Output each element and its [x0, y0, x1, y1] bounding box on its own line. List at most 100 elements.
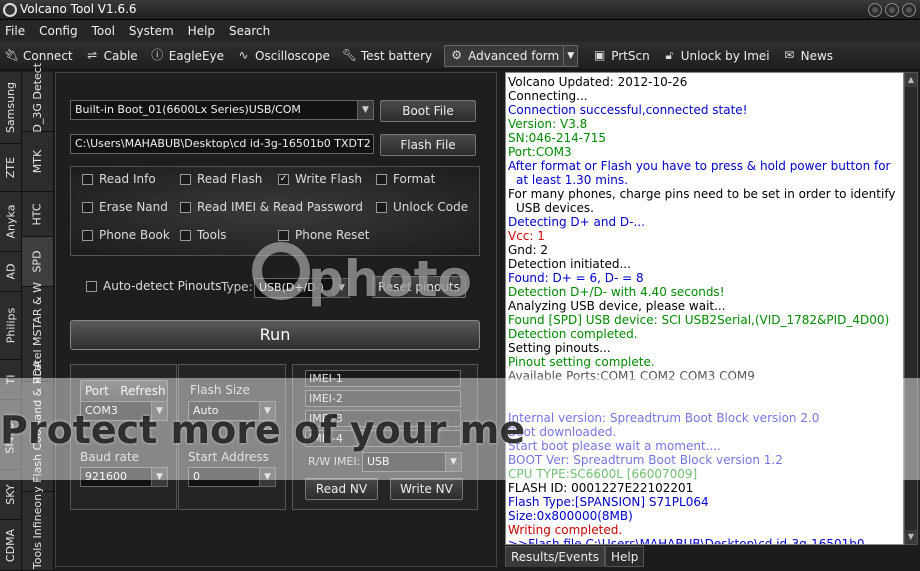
format-checkbox[interactable]: Format [376, 172, 435, 186]
phone-reset-checkbox[interactable]: Phone Reset [278, 228, 370, 242]
menu-search[interactable]: Search [229, 24, 270, 38]
menu-system[interactable]: System [129, 24, 174, 38]
phone-book-checkbox[interactable]: Phone Book [82, 228, 170, 242]
tab-results-events[interactable]: Results/Events [505, 546, 606, 567]
tab-ad3g-detect[interactable]: AD_3G Detect [22, 63, 54, 140]
erase-nand-checkbox[interactable]: Erase Nand [82, 200, 168, 214]
log-line: Analyzing USB device, please wait... [508, 299, 726, 313]
connect-icon: 🔌︎ [4, 48, 20, 62]
cable-icon: ⇌ [87, 48, 98, 62]
tab-label: AD [4, 263, 17, 280]
read-info-label: Read Info [99, 172, 156, 186]
unlock-code-checkbox[interactable]: Unlock Code [376, 200, 468, 214]
screenshot-icon: ▣ [594, 48, 606, 62]
boot-select[interactable]: Built-in Boot_01(6600Lx Series)USB/COM ▼ [70, 100, 374, 120]
write-nv-button[interactable]: Write NV [390, 478, 463, 500]
test-battery-button[interactable]: 🔧︎ Test battery [342, 45, 432, 67]
tab-mtk[interactable]: MTK [22, 132, 54, 192]
log-line: Volcano Updated: 2012-10-26 [508, 75, 688, 89]
flash-file-button[interactable]: Flash File [380, 134, 476, 156]
log-line: Writing completed. [508, 523, 623, 537]
tab-cdma[interactable]: CDMA [0, 520, 22, 571]
watermark-band [0, 378, 920, 480]
log-line: Gnd: 2 [508, 243, 549, 257]
tab-htc[interactable]: HTC [22, 192, 54, 237]
close-button[interactable] [902, 3, 916, 17]
checkbox-box [376, 173, 387, 185]
log-line: Detecting D+ and D-... [508, 215, 645, 229]
boot-file-button[interactable]: Boot File [380, 100, 476, 122]
menu-file[interactable]: File [5, 24, 25, 38]
watermark-logo-icon [252, 242, 310, 300]
log-line: Setting pinouts... [508, 341, 611, 355]
log-line: >>Flash file C:\Users\MAHABUB\Desktop\cd… [508, 537, 865, 545]
read-imei-password-checkbox[interactable]: Read IMEI & Read Password [180, 200, 363, 214]
reset-pinouts-button[interactable]: Reset pinouts [372, 276, 466, 298]
read-info-checkbox[interactable]: Read Info [82, 172, 156, 186]
gear-icon: ⚙ [451, 48, 463, 62]
window-title: Volcano Tool V1.6.6 [20, 2, 137, 16]
checkbox-box [86, 280, 97, 292]
maximize-button[interactable] [885, 3, 899, 17]
oscilloscope-button[interactable]: ∿ Oscilloscope [236, 45, 330, 67]
write-flash-checkbox[interactable]: ✓ Write Flash [278, 172, 362, 186]
arrow-up-icon[interactable]: ▲ [905, 73, 917, 87]
read-flash-checkbox[interactable]: Read Flash [180, 172, 262, 186]
type-label: Type: [221, 280, 253, 294]
tools-checkbox[interactable]: Tools [180, 228, 227, 242]
eagleeye-label: EagleEye [168, 48, 225, 63]
unlock-by-imei-button[interactable]: 🔓︎ Unlock by Imei [662, 45, 769, 67]
prtscn-button[interactable]: ▣ PrtScn [592, 45, 650, 67]
tab-philips[interactable]: Philips [0, 292, 22, 360]
tab-help[interactable]: Help [605, 546, 645, 567]
log-line: Found: D+ = 6, D- = 8 [508, 271, 644, 285]
auto-detect-label: Auto-detect Pinouts [103, 279, 222, 293]
tab-zte[interactable]: ZTE [0, 144, 22, 192]
chevron-down-icon: ▼ [567, 50, 575, 61]
minimize-button[interactable] [868, 3, 882, 17]
tab-label: Anyka [4, 204, 17, 239]
prtscn-label: PrtScn [611, 48, 650, 63]
menu-bar: File Config Tool System Help Search [0, 20, 920, 42]
outer-vendor-tabs: Samsung ZTE Anyka AD Philips TI SI4904 S… [0, 72, 22, 571]
write-flash-label: Write Flash [295, 172, 362, 186]
window-controls [868, 3, 916, 17]
erase-nand-label: Erase Nand [99, 200, 168, 214]
eagleeye-button[interactable]: ⓘ EagleEye [150, 45, 224, 67]
menu-help[interactable]: Help [188, 24, 215, 38]
flash-file-path-value: C:\Users\MAHABUB\Desktop\cd id-3g-16501b… [75, 137, 371, 150]
auto-detect-pinouts-checkbox[interactable]: Auto-detect Pinouts [86, 279, 221, 293]
oscilloscope-icon: ∿ [238, 48, 249, 62]
unlock-code-label: Unlock Code [393, 200, 469, 214]
inner-chipset-tabs: AD_3G Detect MTK HTC SPD Alcatel MSTAR &… [22, 63, 54, 571]
test-battery-label: Test battery [360, 48, 433, 63]
chevron-down-icon: ▼ [357, 101, 373, 119]
log-line: Flash Type:[SPANSION] S71PL064 [508, 495, 709, 509]
checkbox-box [278, 229, 289, 241]
advanced-form-button[interactable]: ⚙ Advanced form [444, 44, 565, 67]
log-line: Connection successful,connected state! [508, 103, 748, 117]
read-nv-button[interactable]: Read NV [305, 478, 378, 500]
tab-anyka[interactable]: Anyka [0, 192, 22, 252]
cable-button[interactable]: ⇌ Cable [85, 45, 138, 67]
menu-tool[interactable]: Tool [92, 24, 115, 38]
run-button[interactable]: Run [70, 320, 480, 350]
checkmark-icon: ✓ [278, 173, 289, 185]
tab-label: Tools Infineon [31, 493, 44, 569]
flash-file-path[interactable]: C:\Users\MAHABUB\Desktop\cd id-3g-16501b… [70, 134, 374, 154]
tab-label: SKY [4, 484, 17, 505]
tab-samsung[interactable]: Samsung [0, 72, 22, 144]
boot-select-value: Built-in Boot_01(6600Lx Series)USB/COM [75, 103, 301, 116]
advanced-form-dropdown[interactable]: ▼ [564, 44, 579, 67]
tab-tools-infineon[interactable]: Tools Infineon [22, 492, 54, 571]
tab-spd[interactable]: SPD [22, 237, 54, 287]
log-line: Vcc: 1 [508, 229, 545, 243]
menu-config[interactable]: Config [39, 24, 78, 38]
tab-ad[interactable]: AD [0, 252, 22, 292]
wrench-icon: 🔧︎ [341, 48, 358, 62]
tab-label: HTC [31, 202, 44, 226]
connect-label: Connect [23, 48, 73, 63]
log-line: Connecting... [508, 89, 588, 103]
news-button[interactable]: ✉ News [782, 45, 833, 67]
arrow-down-icon[interactable]: ▼ [905, 530, 917, 544]
